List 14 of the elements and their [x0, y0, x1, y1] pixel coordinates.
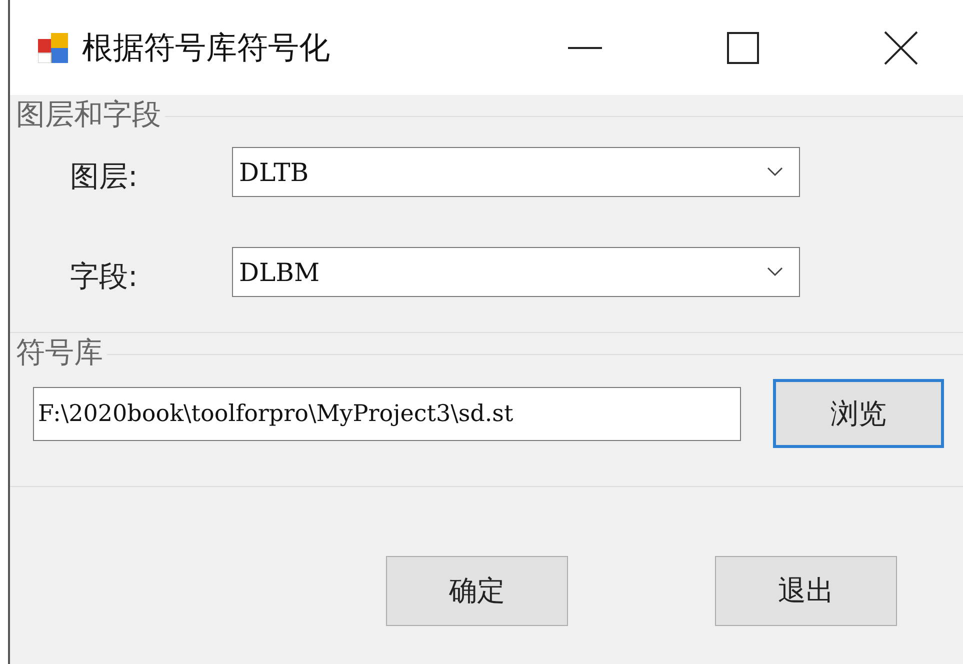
field-label: 图层:	[69, 158, 139, 195]
dropdown-field[interactable]: DLBM	[232, 247, 800, 297]
chevron-down-icon	[767, 167, 783, 177]
dropdown-field[interactable]: DLTB	[232, 147, 800, 197]
browse-button[interactable]: 浏览	[773, 379, 944, 448]
app-icon	[38, 32, 68, 62]
group-title: 符号库	[15, 334, 104, 371]
exit-button[interactable]: 退出	[715, 556, 897, 626]
window-title: 根据符号库符号化	[82, 28, 330, 68]
field-label: 字段:	[69, 258, 139, 295]
path-input-field[interactable]: F:\2020book\toolforpro\MyProject3\sd.st	[33, 386, 741, 440]
ok-button[interactable]: 确定	[386, 556, 568, 626]
group-title: 图层和字段	[15, 96, 162, 133]
chevron-down-icon	[767, 267, 783, 277]
